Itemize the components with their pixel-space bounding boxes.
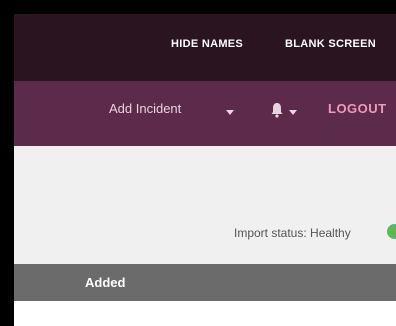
status-area: Import status: Healthy bbox=[14, 146, 396, 264]
add-incident-menu[interactable]: Add Incident bbox=[109, 101, 181, 116]
nav-bar: Add Incident LOGOUT bbox=[14, 81, 396, 146]
hide-names-button[interactable]: HIDE NAMES bbox=[171, 38, 243, 50]
column-header-added[interactable]: Added bbox=[85, 275, 125, 290]
app-window: HIDE NAMES BLANK SCREEN Add Incident LOG… bbox=[14, 14, 396, 326]
top-bar: HIDE NAMES BLANK SCREEN bbox=[14, 14, 396, 81]
notifications-caret-icon[interactable] bbox=[289, 110, 297, 115]
logout-button[interactable]: LOGOUT bbox=[328, 101, 387, 116]
table-body bbox=[14, 301, 396, 326]
status-indicator-icon bbox=[387, 224, 396, 239]
add-incident-caret-icon[interactable] bbox=[226, 110, 234, 115]
bell-icon[interactable] bbox=[270, 102, 284, 118]
import-status-label: Import status: Healthy bbox=[234, 226, 351, 240]
blank-screen-button[interactable]: BLANK SCREEN bbox=[285, 38, 376, 50]
table-header: Added bbox=[14, 264, 396, 301]
